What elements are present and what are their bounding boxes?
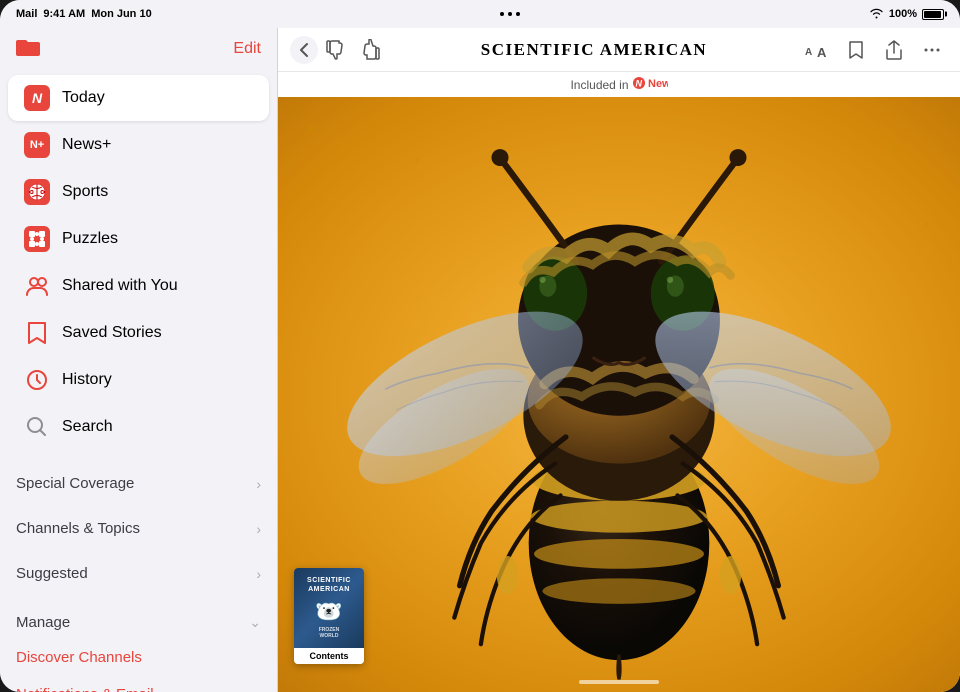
discover-channels-label: Discover Channels bbox=[16, 649, 142, 666]
sidebar-item-newsplus[interactable]: N+ News+ bbox=[8, 122, 269, 168]
special-coverage-title: Special Coverage bbox=[16, 475, 134, 492]
svg-text:A: A bbox=[817, 45, 827, 59]
puzzles-label: Puzzles bbox=[62, 230, 118, 248]
status-dot-2 bbox=[508, 12, 512, 16]
newsplus-label: News+ bbox=[62, 136, 111, 154]
puzzles-icon bbox=[24, 226, 50, 252]
status-app-name: Mail bbox=[16, 8, 37, 20]
content-area: SCIENTIFIC AMERICAN A A bbox=[278, 28, 960, 692]
history-icon bbox=[24, 367, 50, 393]
magazine-thumbnail[interactable]: SCIENTIFIC AMERICAN 🐻‍❄️ FROZEN WORLD Co… bbox=[294, 568, 364, 664]
suggested-chevron: › bbox=[256, 566, 261, 582]
sports-icon bbox=[24, 179, 50, 205]
manage-chevron: ⌄ bbox=[249, 614, 261, 631]
newsplus-icon: N+ bbox=[24, 132, 50, 158]
sidebar: Edit N Today N+ News+ bbox=[0, 28, 278, 692]
saved-icon bbox=[24, 320, 50, 346]
sidebar-item-shared[interactable]: Shared with You bbox=[8, 263, 269, 309]
scroll-indicator bbox=[579, 680, 659, 684]
svg-text:A: A bbox=[805, 47, 812, 58]
discover-channels-link[interactable]: Discover Channels bbox=[0, 639, 277, 676]
manage-title: Manage bbox=[16, 614, 70, 631]
dislike-button[interactable] bbox=[320, 34, 352, 66]
bookmark-button[interactable] bbox=[840, 34, 872, 66]
sidebar-item-today[interactable]: N Today bbox=[8, 75, 269, 121]
channels-topics-header[interactable]: Channels & Topics › bbox=[0, 508, 277, 545]
today-label: Today bbox=[62, 89, 105, 107]
status-bar: Mail 9:41 AM Mon Jun 10 100% bbox=[0, 0, 960, 28]
status-dot-3 bbox=[516, 12, 520, 16]
status-right: 100% bbox=[869, 7, 944, 22]
manage-header[interactable]: Manage ⌄ bbox=[0, 602, 277, 639]
like-button[interactable] bbox=[354, 34, 386, 66]
wifi-icon bbox=[869, 7, 884, 22]
svg-text:N: N bbox=[635, 79, 642, 89]
shared-icon bbox=[24, 273, 50, 299]
badge-text: Included in bbox=[570, 78, 628, 92]
mag-label: Contents bbox=[294, 648, 364, 664]
search-label: Search bbox=[62, 418, 113, 436]
mag-cover: SCIENTIFIC AMERICAN 🐻‍❄️ FROZEN WORLD bbox=[294, 568, 364, 648]
status-dot-1 bbox=[500, 12, 504, 16]
sidebar-item-history[interactable]: History bbox=[8, 357, 269, 403]
font-size-button[interactable]: A A bbox=[802, 34, 834, 66]
publication-title: SCIENTIFIC AMERICAN bbox=[481, 40, 707, 60]
search-icon bbox=[24, 414, 50, 440]
more-button[interactable] bbox=[916, 34, 948, 66]
sidebar-item-saved[interactable]: Saved Stories bbox=[8, 310, 269, 356]
battery-icon bbox=[922, 9, 944, 20]
share-button[interactable] bbox=[878, 34, 910, 66]
history-label: History bbox=[62, 371, 112, 389]
special-coverage-header[interactable]: Special Coverage › bbox=[0, 463, 277, 500]
toolbar-right: A A bbox=[802, 34, 948, 66]
nav-section-main: N Today N+ News+ bbox=[0, 70, 277, 455]
today-icon: N bbox=[24, 85, 50, 111]
sidebar-item-puzzles[interactable]: Puzzles bbox=[8, 216, 269, 262]
status-date: Mon Jun 10 bbox=[91, 8, 152, 20]
status-time: 9:41 AM bbox=[43, 8, 85, 20]
suggested-header[interactable]: Suggested › bbox=[0, 553, 277, 590]
battery-percentage: 100% bbox=[889, 8, 917, 20]
back-button[interactable] bbox=[290, 36, 318, 64]
notifications-email-link[interactable]: Notifications & Email bbox=[0, 676, 277, 692]
newsplus-logo: N News+ bbox=[632, 76, 668, 93]
edit-button[interactable]: Edit bbox=[233, 40, 261, 58]
svg-text:News+: News+ bbox=[648, 78, 668, 90]
channels-topics-chevron: › bbox=[256, 521, 261, 537]
sidebar-header: Edit bbox=[0, 28, 277, 70]
suggested-title: Suggested bbox=[16, 565, 88, 582]
toolbar-center: SCIENTIFIC AMERICAN bbox=[390, 40, 798, 60]
mag-cover-content: SCIENTIFIC AMERICAN 🐻‍❄️ FROZEN WORLD bbox=[307, 576, 351, 640]
notifications-email-label: Notifications & Email bbox=[16, 686, 154, 692]
special-coverage-chevron: › bbox=[256, 476, 261, 492]
sports-label: Sports bbox=[62, 183, 108, 201]
toolbar-left bbox=[290, 34, 386, 66]
saved-label: Saved Stories bbox=[62, 324, 162, 342]
battery-fill bbox=[924, 11, 941, 18]
sidebar-item-sports[interactable]: Sports bbox=[8, 169, 269, 215]
newsplus-badge: Included in N News+ bbox=[278, 72, 960, 97]
article-toolbar: SCIENTIFIC AMERICAN A A bbox=[278, 28, 960, 72]
manage-section: Manage ⌄ Discover Channels Notifications… bbox=[0, 598, 277, 692]
app-layout: Edit N Today N+ News+ bbox=[0, 28, 960, 692]
channels-topics-title: Channels & Topics bbox=[16, 520, 140, 537]
status-left: Mail 9:41 AM Mon Jun 10 bbox=[16, 8, 152, 20]
sidebar-item-search[interactable]: Search bbox=[8, 404, 269, 450]
status-center bbox=[500, 12, 520, 16]
folder-icon bbox=[16, 36, 40, 62]
shared-label: Shared with You bbox=[62, 277, 178, 295]
article-image: SCIENTIFIC AMERICAN 🐻‍❄️ FROZEN WORLD Co… bbox=[278, 97, 960, 692]
